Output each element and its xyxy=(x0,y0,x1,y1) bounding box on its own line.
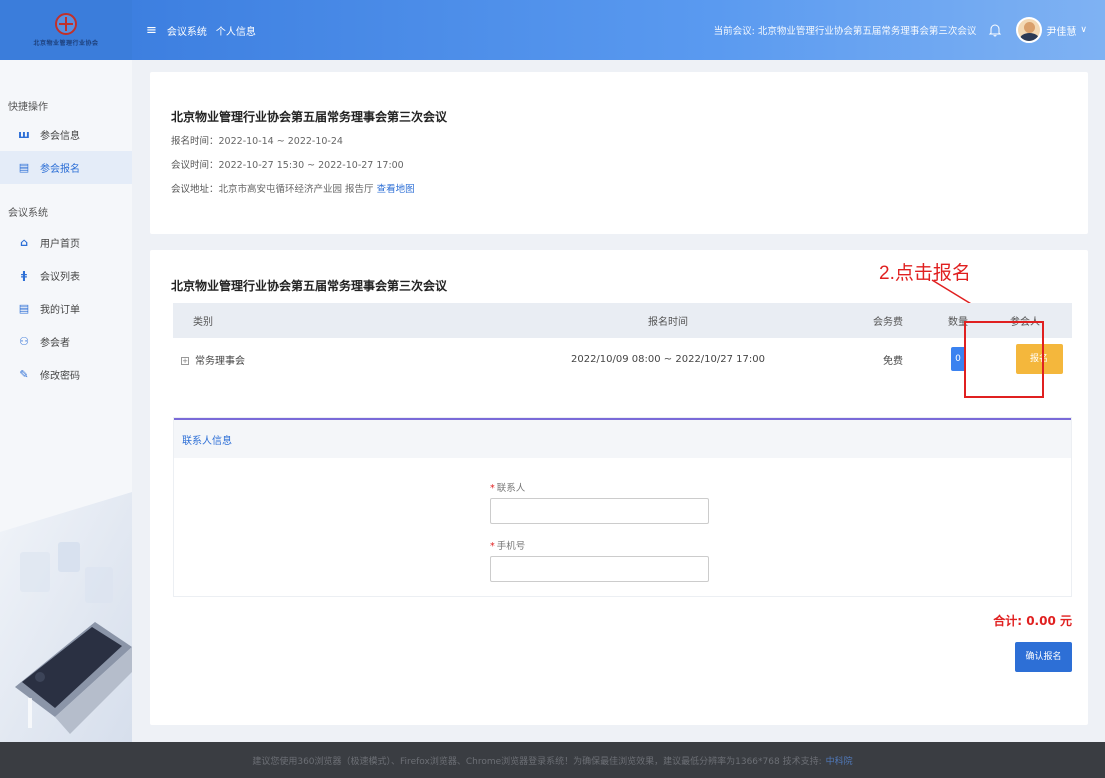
sidebar-item-label: 用户首页 xyxy=(40,239,80,250)
sidebar-item-label: 修改密码 xyxy=(40,371,80,382)
sidebar-item-meeting-info[interactable]: ш 参会信息 xyxy=(0,118,132,151)
nav-personal-info[interactable]: 个人信息 xyxy=(216,23,256,38)
avatar[interactable] xyxy=(1016,17,1043,43)
category-value: 常务理事会 xyxy=(195,355,245,367)
sidebar-item-orders[interactable]: ▤ 我的订单 xyxy=(0,292,132,325)
order-icon: ▤ xyxy=(18,301,30,315)
sidebar-item-label: 参会信息 xyxy=(40,131,80,142)
logo-mark-icon xyxy=(55,13,77,35)
required-mark: * xyxy=(490,541,495,552)
contact-name-label-text: 联系人 xyxy=(496,483,526,494)
phone-label-text: 手机号 xyxy=(496,541,526,552)
required-mark: * xyxy=(490,483,495,494)
contact-section: 联系人信息 * 联系人 * 手机号 xyxy=(173,417,1072,597)
list-icon: ǂ xyxy=(21,268,27,282)
contact-name-input[interactable] xyxy=(490,498,709,524)
row-fee: 免费 xyxy=(883,355,903,367)
col-fee: 会务费 xyxy=(873,317,903,328)
signup-time-label: 报名时间： xyxy=(171,136,219,147)
meeting-info-card: 北京物业管理行业协会第五届常务理事会第三次会议 报名时间：2022-10-14 … xyxy=(150,72,1088,234)
top-bar: 北京物业管理行业协会 ≡ 会议系统 个人信息 当前会议: 北京物业管理行业协会第… xyxy=(0,0,1105,60)
sidebar: 快捷操作 ш 参会信息 ▤ 参会报名 会议系统 ⌂ 用户首页 ǂ 会议列表 ▤ … xyxy=(0,60,132,742)
menu-icon[interactable]: ≡ xyxy=(146,23,157,38)
expand-icon[interactable]: + xyxy=(181,356,189,365)
registration-card: 北京物业管理行业协会第五届常务理事会第三次会议 2.点击报名 类别 报名时间 会… xyxy=(150,250,1088,725)
col-signup-time: 报名时间 xyxy=(648,317,688,328)
contact-header: 联系人信息 xyxy=(174,418,1071,458)
sidebar-item-attendees[interactable]: ⚇ 参会者 xyxy=(0,325,132,358)
laptop-illustration xyxy=(0,472,132,742)
table-header: 类别 报名时间 会务费 数量 参会人 xyxy=(173,303,1072,338)
top-nav: ≡ 会议系统 个人信息 当前会议: 北京物业管理行业协会第五届常务理事会第三次会… xyxy=(132,0,1105,60)
signal-icon: ш xyxy=(18,127,30,141)
sidebar-item-label: 会议列表 xyxy=(40,272,80,283)
users-icon: ⚇ xyxy=(19,334,29,348)
footer: 建议您使用360浏览器（极速模式）、Firefox浏览器、Chrome浏览器登录… xyxy=(0,742,1105,778)
meeting-time-row: 会议时间：2022-10-27 15:30 ~ 2022-10-27 17:00 xyxy=(171,157,1067,171)
sidebar-item-signup[interactable]: ▤ 参会报名 xyxy=(0,151,132,184)
registration-title: 北京物业管理行业协会第五届常务理事会第三次会议 xyxy=(171,279,448,293)
row-time: 2022/10/09 08:00 ~ 2022/10/27 17:00 xyxy=(570,353,765,365)
address-row: 会议地址：北京市高安屯循环经济产业园 报告厅 查看地图 xyxy=(171,181,1067,195)
meeting-time-value: 2022-10-27 15:30 ~ 2022-10-27 17:00 xyxy=(218,160,404,171)
signup-time-value: 2022-10-14 ~ 2022-10-24 xyxy=(218,136,343,147)
signup-time-row: 报名时间：2022-10-14 ~ 2022-10-24 xyxy=(171,133,1067,147)
ticket-table: 类别 报名时间 会务费 数量 参会人 + 常务理事会 2022/10/09 08:… xyxy=(173,303,1072,380)
footer-text: 建议您使用360浏览器（极速模式）、Firefox浏览器、Chrome浏览器登录… xyxy=(252,756,822,767)
address-label: 会议地址： xyxy=(171,184,219,195)
sidebar-item-label: 我的订单 xyxy=(40,305,80,316)
highlight-box xyxy=(964,321,1044,398)
logo: 北京物业管理行业协会 xyxy=(0,0,132,60)
total-amount: 合计: 0.00 元 xyxy=(993,614,1072,628)
phone-label: * 手机号 xyxy=(490,538,525,552)
row-category: + 常务理事会 xyxy=(173,352,503,367)
table-row: + 常务理事会 2022/10/09 08:00 ~ 2022/10/27 17:… xyxy=(173,338,1072,380)
home-icon: ⌂ xyxy=(20,235,28,249)
sidebar-item-meeting-list[interactable]: ǂ 会议列表 xyxy=(0,259,132,292)
meeting-time-label: 会议时间： xyxy=(171,160,219,171)
view-map-link[interactable]: 查看地图 xyxy=(377,184,415,195)
col-category: 类别 xyxy=(193,317,213,328)
edit-icon: ✎ xyxy=(19,367,29,381)
sidebar-item-label: 参会者 xyxy=(40,338,70,349)
sidebar-section-system: 会议系统 xyxy=(8,208,48,219)
current-meeting: 当前会议: 北京物业管理行业协会第五届常务理事会第三次会议 xyxy=(713,26,977,37)
sidebar-section-quick: 快捷操作 xyxy=(8,102,48,113)
address-value: 北京市高安屯循环经济产业园 报告厅 xyxy=(218,184,374,195)
username[interactable]: 尹佳慧 xyxy=(1046,23,1076,38)
phone-input[interactable] xyxy=(490,556,709,582)
bell-icon[interactable] xyxy=(988,23,1002,37)
nav-meeting-system[interactable]: 会议系统 xyxy=(167,23,207,38)
chevron-down-icon[interactable]: ∨ xyxy=(1080,25,1087,35)
support-link[interactable]: 中科院 xyxy=(826,754,853,767)
logo-text: 北京物业管理行业协会 xyxy=(33,40,99,47)
meeting-title: 北京物业管理行业协会第五届常务理事会第三次会议 xyxy=(171,110,448,124)
sidebar-item-change-password[interactable]: ✎ 修改密码 xyxy=(0,358,132,391)
sidebar-item-label: 参会报名 xyxy=(40,164,80,175)
sidebar-item-home[interactable]: ⌂ 用户首页 xyxy=(0,226,132,259)
contact-name-label: * 联系人 xyxy=(490,480,525,494)
document-icon: ▤ xyxy=(18,160,30,174)
confirm-signup-button[interactable]: 确认报名 xyxy=(1015,642,1072,672)
